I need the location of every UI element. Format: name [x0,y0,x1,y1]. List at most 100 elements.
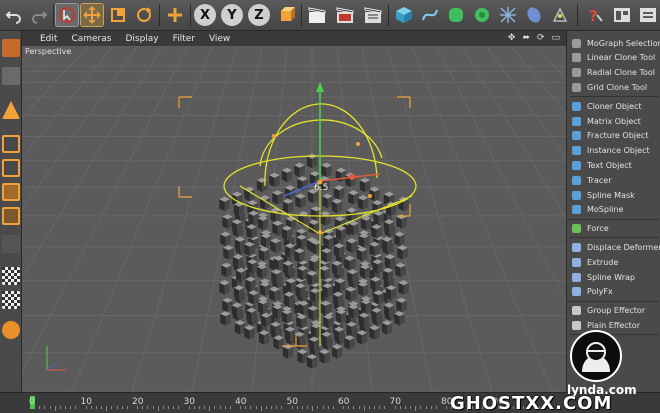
palette-divider [569,96,659,98]
environment-icon[interactable] [522,3,546,27]
timeline-tick-mark [70,406,72,409]
menu-filter[interactable]: Filter [173,34,195,44]
mode-toolbar [0,31,22,392]
perspective-viewport[interactable]: Edit Cameras Display Filter View ✥ ⬌ ⟳ ▭ [22,31,566,392]
model-mode-icon[interactable] [2,67,20,85]
palette-item[interactable]: MoGraph Selection [569,36,660,50]
handle-dot[interactable] [272,134,276,138]
clone-cube [258,330,270,345]
palette-item[interactable]: Spline Wrap [569,270,660,284]
object-axis-icon[interactable] [2,101,20,119]
y-axis-lock-button[interactable]: Y [221,4,243,26]
pan-view-icon[interactable]: ✥ [508,33,516,43]
tweak-mode-icon[interactable] [2,267,20,285]
palette-item[interactable]: Displace Deformer [569,240,660,254]
palette-item[interactable]: Linear Clone Tool [569,51,660,65]
handle-dot[interactable] [368,194,372,198]
rotate-tool-icon[interactable] [132,3,156,27]
spline-pen-icon[interactable] [418,3,442,27]
toggle-view-icon[interactable]: ▭ [551,33,560,43]
palette-item[interactable]: Extrude [569,255,660,269]
palette-item[interactable]: Instance Object [569,144,660,158]
clone-cube [273,335,284,350]
snap-icon[interactable] [2,291,20,309]
clone-cube [285,278,297,293]
palette-item-label: Matrix Object [587,116,641,126]
handle-dot[interactable] [318,230,322,234]
recent-tools-icon[interactable] [163,3,187,27]
timeline-tick-mark [240,406,242,409]
render-settings-icon[interactable] [361,3,385,27]
timeline-tick-mark [219,406,221,409]
array-generator-icon[interactable] [470,3,494,27]
palette-item[interactable]: Grid Clone Tool [569,80,660,94]
palette-item-icon [572,320,581,330]
palette-item[interactable]: Spline Mask [569,188,660,202]
scale-tool-icon[interactable] [106,3,130,27]
menu-display[interactable]: Display [125,34,158,44]
clone-cube [234,320,246,335]
timeline-tick-mark [368,406,370,409]
select-arrow-icon[interactable] [55,3,79,27]
palette-item-label: Cloner Object [587,101,642,111]
menu-edit[interactable]: Edit [40,34,57,44]
help-icon[interactable]: ? [583,3,607,27]
menu-cameras[interactable]: Cameras [71,34,111,44]
zoom-view-icon[interactable]: ⬌ [522,33,530,43]
render-view-icon[interactable] [305,3,329,27]
timeline-tick-mark [34,406,36,409]
more-tools-icon[interactable] [636,3,660,27]
palette-item[interactable]: Plain Effector [569,318,660,332]
deformer-icon[interactable] [496,3,520,27]
polygons-mode-icon[interactable] [2,207,20,225]
layout-icon[interactable] [610,3,634,27]
palette-item[interactable]: Tracer [569,173,660,187]
render-picture-viewer-icon[interactable] [333,3,357,27]
rotation-ring-vertical[interactable] [264,103,378,187]
handle-dot[interactable] [356,142,360,146]
clone-cube [223,245,234,260]
palette-item[interactable]: Group Effector [569,304,660,318]
x-axis-lock-button[interactable]: X [194,4,216,26]
clone-cube [335,225,347,241]
enable-axis-icon[interactable] [2,235,20,253]
palette-item[interactable]: Fracture Object [569,129,660,143]
points-mode-icon[interactable] [2,159,20,177]
z-axis-lock-button[interactable]: Z [248,4,270,26]
y-axis-arrow-icon[interactable] [316,82,324,92]
clone-cube [244,241,255,257]
clone-cube [308,257,320,272]
coordinate-system-icon[interactable] [274,3,298,27]
clone-cube [323,314,334,329]
menu-view[interactable]: View [209,34,230,44]
clone-cube [294,162,305,178]
clone-cube [372,259,383,274]
palette-item[interactable]: Radial Clone Tool [569,66,660,80]
clone-cube [248,210,259,226]
palette-item[interactable]: Text Object [569,158,660,172]
camera-scene-icon[interactable] [548,3,572,27]
viewport-canvas[interactable]: 6.5 [22,46,566,392]
clone-cube [331,344,343,359]
palette-item[interactable]: MoSpline [569,203,660,217]
cube-primitive-icon[interactable] [392,3,416,27]
make-editable-icon[interactable] [2,39,20,57]
x-axis-dot[interactable] [349,174,355,180]
subdivision-surface-icon[interactable] [444,3,468,27]
palette-item[interactable]: Force [569,222,660,236]
redo-icon[interactable] [27,3,51,27]
palette-item-label: Displace Deformer [587,242,660,252]
clone-cube [295,283,306,298]
palette-item[interactable]: Cloner Object [569,99,660,113]
palette-item[interactable]: PolyFx [569,285,660,299]
rotate-view-icon[interactable]: ⟳ [537,33,545,43]
workplane-icon[interactable] [2,321,20,339]
undo-icon[interactable] [2,3,26,27]
clone-cube [331,260,343,276]
toolbar-separator [301,4,302,26]
edges-mode-icon[interactable] [2,183,20,201]
palette-item[interactable]: Matrix Object [569,114,660,128]
texture-mode-icon[interactable] [2,135,20,153]
grid-line [411,46,553,392]
move-tool-icon[interactable] [80,3,104,27]
